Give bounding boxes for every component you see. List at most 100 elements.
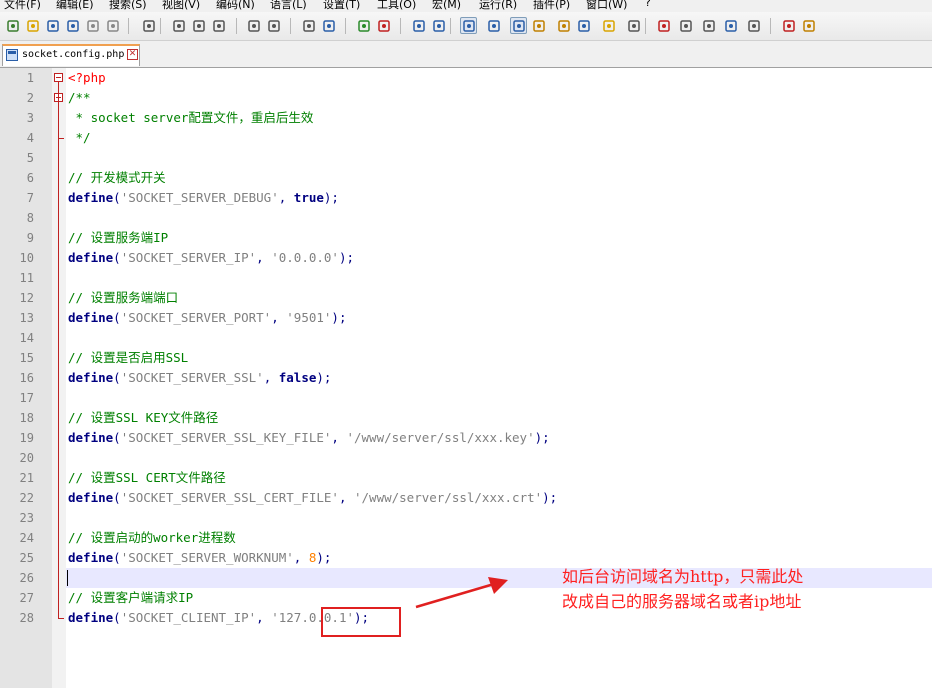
redo-icon[interactable] — [265, 17, 282, 34]
paste-icon[interactable] — [210, 17, 227, 34]
word-wrap-icon[interactable] — [460, 17, 477, 34]
folder-workspace-icon[interactable] — [600, 17, 617, 34]
language-udl-icon[interactable] — [530, 17, 547, 34]
code-token: define — [68, 550, 114, 565]
code-line[interactable]: // 设置SSL KEY文件路径 — [68, 408, 218, 428]
menu-item[interactable]: 编辑(E) — [56, 0, 94, 12]
sync-horizontal-icon[interactable] — [430, 17, 447, 34]
code-line[interactable]: define('SOCKET_SERVER_IP', '0.0.0.0'); — [68, 248, 354, 268]
code-line[interactable]: // 设置客户端请求IP — [68, 588, 193, 608]
menu-item[interactable]: ? — [645, 0, 651, 9]
code-token: , — [278, 190, 294, 205]
copy-icon[interactable] — [190, 17, 207, 34]
save-macro-icon[interactable] — [745, 17, 762, 34]
menu-item[interactable]: 搜索(S) — [109, 0, 147, 12]
code-line[interactable]: // 设置SSL CERT文件路径 — [68, 468, 226, 488]
tab-socket-config[interactable]: socket.config.php ✕ — [2, 44, 140, 66]
cut-icon[interactable] — [170, 17, 187, 34]
code-line[interactable]: // 设置启动的worker进程数 — [68, 528, 236, 548]
code-line[interactable]: define('SOCKET_SERVER_DEBUG', true); — [68, 188, 339, 208]
code-token: define — [68, 490, 114, 505]
menu-item[interactable]: 工具(O) — [377, 0, 416, 12]
code-line[interactable]: define('SOCKET_SERVER_PORT', '9501'); — [68, 308, 346, 328]
menu-item[interactable]: 文件(F) — [4, 0, 41, 12]
record-macro-icon[interactable] — [655, 17, 672, 34]
menu-item[interactable]: 视图(V) — [162, 0, 200, 12]
toolbar-separator — [450, 18, 451, 34]
menu-item[interactable]: 插件(P) — [533, 0, 570, 12]
code-token: 'SOCKET_SERVER_SSL_KEY_FILE' — [120, 430, 332, 445]
code-line[interactable]: <?php — [68, 68, 106, 88]
line-number: 1 — [26, 71, 34, 85]
code-line[interactable]: // 设置服务端IP — [68, 228, 168, 248]
line-number: 13 — [19, 311, 34, 325]
code-token: 'SOCKET_SERVER_SSL_CERT_FILE' — [120, 490, 339, 505]
open-file-icon[interactable] — [24, 17, 41, 34]
menu-item[interactable]: 宏(M) — [432, 0, 461, 12]
code-line[interactable]: define('SOCKET_SERVER_SSL', false); — [68, 368, 331, 388]
tab-label: socket.config.php — [22, 49, 125, 60]
fold-toggle-icon[interactable] — [54, 73, 63, 82]
stop-record-icon[interactable] — [677, 17, 694, 34]
sync-vertical-icon[interactable] — [410, 17, 427, 34]
saved-file-icon — [6, 49, 18, 61]
replace-icon[interactable] — [320, 17, 337, 34]
code-token: , — [271, 310, 287, 325]
line-number: 20 — [19, 451, 34, 465]
line-number: 17 — [19, 391, 34, 405]
save-all-icon[interactable] — [64, 17, 81, 34]
line-number: 15 — [19, 351, 34, 365]
code-line[interactable]: // 开发模式开关 — [68, 168, 166, 188]
code-line[interactable]: define('SOCKET_SERVER_WORKNUM', 8); — [68, 548, 331, 568]
line-number: 25 — [19, 551, 34, 565]
menu-item[interactable]: 运行(R) — [479, 0, 517, 12]
tab-close-icon[interactable]: ✕ — [127, 49, 138, 60]
indent-guide-icon[interactable] — [510, 17, 527, 34]
code-token: ); — [338, 250, 355, 265]
zoom-out-icon[interactable] — [375, 17, 392, 34]
zoom-in-icon[interactable] — [355, 17, 372, 34]
code-token: define — [68, 430, 114, 445]
find-icon[interactable] — [300, 17, 317, 34]
save-icon[interactable] — [44, 17, 61, 34]
undo-icon[interactable] — [245, 17, 262, 34]
code-line[interactable]: * socket server配置文件，重启后生效 — [68, 108, 314, 128]
play-macro-icon[interactable] — [700, 17, 717, 34]
function-list-icon[interactable] — [575, 17, 592, 34]
run-macro-multiple-icon[interactable] — [722, 17, 739, 34]
code-token: 'SOCKET_SERVER_IP' — [120, 250, 257, 265]
line-number: 24 — [19, 531, 34, 545]
close-icon[interactable] — [84, 17, 101, 34]
code-token: ); — [323, 190, 339, 205]
menu-item[interactable]: 编码(N) — [216, 0, 255, 12]
close-all-icon[interactable] — [104, 17, 121, 34]
menu-item[interactable]: 设置(T) — [323, 0, 360, 12]
doc-map-icon[interactable] — [555, 17, 572, 34]
code-token: ); — [331, 310, 347, 325]
code-token: define — [68, 610, 114, 625]
toolbar-separator — [645, 18, 646, 34]
code-line[interactable]: // 设置是否启用SSL — [68, 348, 188, 368]
menu-item[interactable]: 窗口(W) — [586, 0, 627, 12]
code-line[interactable]: */ — [68, 128, 91, 148]
line-number: 16 — [19, 371, 34, 385]
line-number: 4 — [26, 131, 34, 145]
code-line[interactable]: define('SOCKET_SERVER_SSL_KEY_FILE', '/w… — [68, 428, 550, 448]
fold-margin[interactable] — [52, 68, 66, 688]
code-token: /** — [68, 90, 91, 105]
spellcheck-icon[interactable] — [780, 17, 797, 34]
fold-line — [58, 82, 59, 618]
show-all-chars-icon[interactable] — [485, 17, 502, 34]
print-icon[interactable] — [140, 17, 157, 34]
monitor-icon[interactable] — [625, 17, 642, 34]
line-number: 23 — [19, 511, 34, 525]
new-file-icon[interactable] — [4, 17, 21, 34]
code-line[interactable]: // 设置服务端端口 — [68, 288, 178, 308]
code-line[interactable]: /** — [68, 88, 91, 108]
code-token: * socket server配置文件，重启后生效 — [68, 110, 314, 125]
line-number: 5 — [26, 151, 34, 165]
menu-item[interactable]: 语言(L) — [270, 0, 307, 12]
code-line[interactable]: define('SOCKET_SERVER_SSL_CERT_FILE', '/… — [68, 488, 557, 508]
plugin-icon[interactable] — [800, 17, 817, 34]
toolbar — [0, 12, 932, 41]
